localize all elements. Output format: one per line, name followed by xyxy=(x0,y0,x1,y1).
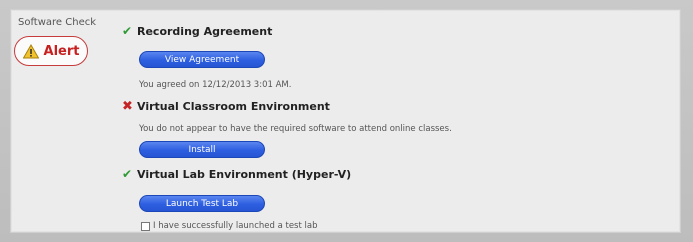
test-lab-checkbox[interactable] xyxy=(141,221,150,231)
view-agreement-button[interactable]: View Agreement xyxy=(139,51,265,68)
check-icon: ✔ xyxy=(122,167,133,181)
launch-test-lab-button[interactable]: Launch Test Lab xyxy=(139,195,265,212)
test-lab-checkbox-label[interactable]: I have successfully launched a test lab xyxy=(153,221,317,231)
classroom-software-note: You do not appear to have the required s… xyxy=(139,124,452,134)
alert-badge: Alert xyxy=(14,36,88,66)
alert-label: Alert xyxy=(43,43,80,59)
install-button[interactable]: Install xyxy=(139,141,265,158)
software-check-frame: Software Check Alert ✔ Recording Agreeme… xyxy=(0,0,693,242)
cross-icon: ✖ xyxy=(122,99,133,114)
agreement-date-note: You agreed on 12/12/2013 3:01 AM. xyxy=(139,80,292,90)
warning-icon xyxy=(22,43,39,58)
software-check-panel xyxy=(10,9,681,233)
recording-agreement-title: Recording Agreement xyxy=(137,25,273,38)
virtual-lab-title: Virtual Lab Environment (Hyper-V) xyxy=(137,168,352,181)
check-icon: ✔ xyxy=(122,24,133,38)
test-lab-checkbox-row[interactable]: I have successfully launched a test lab xyxy=(141,221,317,231)
virtual-classroom-title: Virtual Classroom Environment xyxy=(137,100,330,113)
software-check-label: Software Check xyxy=(18,17,97,28)
